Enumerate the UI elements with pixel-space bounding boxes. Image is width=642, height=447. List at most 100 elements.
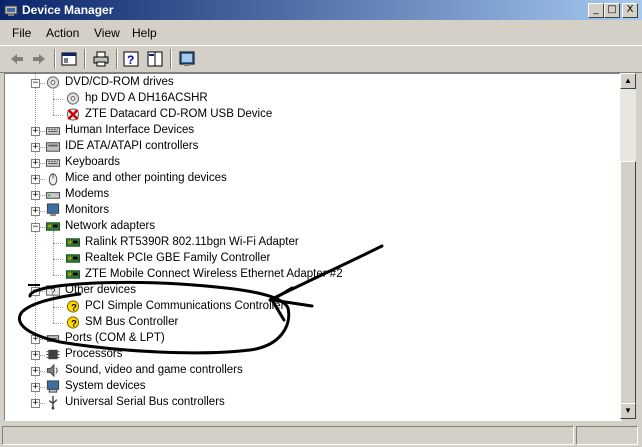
network-card-icon <box>65 238 81 247</box>
properties-icon[interactable] <box>60 50 78 68</box>
tree-category-label: Network adapters <box>65 220 156 232</box>
tree-category-label: Sound, video and game controllers <box>65 364 243 376</box>
tree-category[interactable]: − Network adapters <box>5 219 605 235</box>
expand-icon[interactable]: + <box>31 399 40 408</box>
tree-category[interactable]: + IDE ATA/ATAPI controllers <box>5 139 605 155</box>
expand-icon[interactable]: + <box>31 191 40 200</box>
tree-category[interactable]: + Processors <box>5 347 605 363</box>
expand-icon[interactable]: + <box>31 351 40 360</box>
tree-category[interactable]: − DVD/CD-ROM drives <box>5 75 605 91</box>
forward-icon[interactable] <box>30 50 48 68</box>
tree-category-label: Processors <box>65 348 123 360</box>
port-icon <box>46 335 60 342</box>
svg-text:?: ? <box>71 302 77 312</box>
collapse-icon[interactable]: − <box>31 287 40 296</box>
tree-category-label: System devices <box>65 380 146 392</box>
tree-category[interactable]: + Universal Serial Bus controllers <box>5 395 605 411</box>
tree-connector <box>53 231 54 275</box>
scroll-up-icon[interactable]: ▲ <box>620 73 636 89</box>
title-bar[interactable]: Device Manager _ □ X <box>0 0 642 20</box>
collapse-icon[interactable]: − <box>31 223 40 232</box>
print-icon[interactable] <box>92 50 110 68</box>
scan-hardware-icon[interactable] <box>178 50 196 68</box>
status-bar <box>0 424 642 447</box>
minimize-button[interactable]: _ <box>588 3 604 18</box>
tree-device[interactable]: ZTE Datacard CD-ROM USB Device <box>5 107 605 123</box>
tree-device[interactable]: Realtek PCIe GBE Family Controller <box>5 251 605 267</box>
tree-device[interactable]: ? SM Bus Controller <box>5 315 605 331</box>
tree-category[interactable]: + Sound, video and game controllers <box>5 363 605 379</box>
tree-category[interactable]: + System devices <box>5 379 605 395</box>
maximize-button[interactable]: □ <box>604 3 620 18</box>
tree-category-label: Ports (COM & LPT) <box>65 332 165 344</box>
tree-category[interactable]: + Ports (COM & LPT) <box>5 331 605 347</box>
menu-help[interactable]: Help <box>132 26 157 40</box>
tree-category[interactable]: + Keyboards <box>5 155 605 171</box>
tree-device-label: Realtek PCIe GBE Family Controller <box>85 252 271 264</box>
toolbar-separator <box>54 49 56 69</box>
warning-device-icon: ? <box>66 316 80 329</box>
close-button[interactable]: X <box>622 3 638 18</box>
toolbar-separator <box>116 49 118 69</box>
status-pane-secondary <box>576 426 638 445</box>
keyboard-icon <box>45 127 61 135</box>
collapse-icon[interactable]: − <box>31 79 40 88</box>
expand-icon[interactable]: + <box>31 159 40 168</box>
tree-device[interactable]: ZTE Mobile Connect Wireless Ethernet Ada… <box>5 267 605 283</box>
tree-category[interactable]: + Mice and other pointing devices <box>5 171 605 187</box>
processor-icon <box>46 349 60 360</box>
modem-icon <box>45 192 61 199</box>
tree-category[interactable]: + Monitors <box>5 203 605 219</box>
tree-connector <box>53 99 63 100</box>
menu-bar: File Action View Help <box>0 22 642 42</box>
expand-icon[interactable]: + <box>31 335 40 344</box>
expand-icon[interactable]: + <box>31 175 40 184</box>
scroll-thumb[interactable] <box>620 161 636 411</box>
mouse-icon <box>48 173 58 186</box>
tree-category[interactable]: + Human Interface Devices <box>5 123 605 139</box>
tree-device-label: hp DVD A DH16ACSHR <box>85 92 208 104</box>
tree-category-label: Universal Serial Bus controllers <box>65 396 225 408</box>
expand-icon[interactable]: + <box>31 367 40 376</box>
expand-icon[interactable]: + <box>31 383 40 392</box>
menu-view[interactable]: View <box>94 26 120 40</box>
view-icon[interactable] <box>146 50 164 68</box>
tree-device-label: PCI Simple Communications Controller <box>85 300 285 312</box>
tree-device[interactable]: ? PCI Simple Communications Controller <box>5 299 605 315</box>
tree-device-label: ZTE Datacard CD-ROM USB Device <box>85 108 273 120</box>
tree-category[interactable]: + Modems <box>5 187 605 203</box>
system-device-icon <box>46 380 60 393</box>
tree-connector <box>53 275 63 276</box>
toolbar-separator <box>84 49 86 69</box>
expand-icon[interactable]: + <box>31 127 40 136</box>
svg-text:?: ? <box>71 318 77 328</box>
toolbar: ? <box>0 45 642 73</box>
window-title: Device Manager <box>22 3 114 17</box>
device-manager-window: Device Manager _ □ X File Action View He… <box>0 0 642 447</box>
vertical-scrollbar[interactable]: ▲ ▼ <box>620 73 636 419</box>
tree-category-label: Monitors <box>65 204 110 216</box>
tree-device[interactable]: hp DVD A DH16ACSHR <box>5 91 605 107</box>
usb-icon <box>48 395 58 410</box>
tree-category-label: DVD/CD-ROM drives <box>65 76 174 88</box>
device-tree[interactable]: − DVD/CD-ROM drives hp DVD A DH16ACSHR ZTE … <box>4 73 622 421</box>
tree-connector <box>53 323 63 324</box>
menu-file[interactable]: File <box>12 26 31 40</box>
tree-category[interactable]: −? Other devices <box>5 283 605 299</box>
warning-device-icon: ? <box>66 300 80 313</box>
expand-icon[interactable]: + <box>31 143 40 152</box>
tree-connector <box>53 115 63 116</box>
back-icon[interactable] <box>8 50 26 68</box>
help-icon[interactable]: ? <box>122 50 140 68</box>
expand-icon[interactable]: + <box>31 207 40 216</box>
status-pane-main <box>2 426 574 445</box>
device-manager-icon <box>4 5 18 16</box>
cdrom-drive-icon <box>66 92 80 105</box>
tree-category-label: Modems <box>65 188 110 200</box>
menu-action[interactable]: Action <box>46 26 79 40</box>
tree-device[interactable]: Ralink RT5390R 802.11bgn Wi-Fi Adapter <box>5 235 605 251</box>
scroll-down-icon[interactable]: ▼ <box>620 403 636 419</box>
toolbar-separator <box>170 49 172 69</box>
tree-connector <box>53 243 63 244</box>
monitor-icon <box>46 203 60 217</box>
